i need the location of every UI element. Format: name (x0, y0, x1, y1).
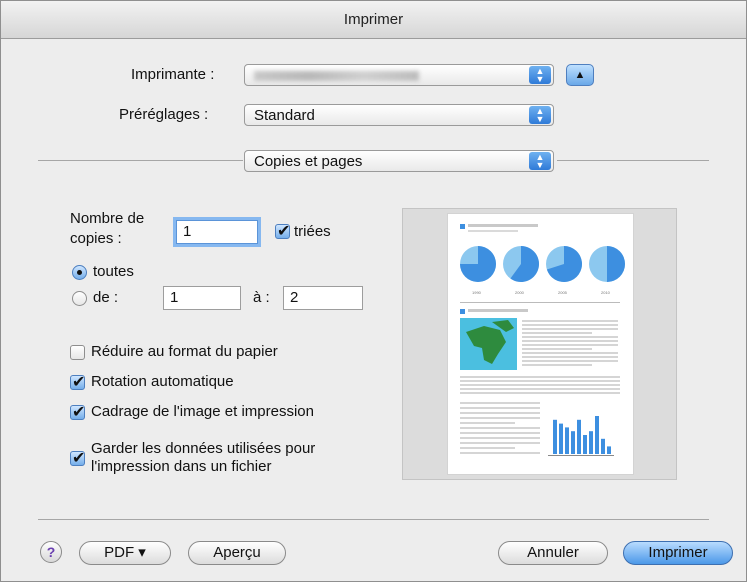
pages-all-radio[interactable] (72, 265, 87, 280)
pages-to-field[interactable]: 2 (283, 286, 363, 310)
copies-label-line1: Nombre de (70, 210, 145, 227)
separator-right (557, 160, 709, 161)
preview-text-line (460, 376, 620, 378)
preview-bar (571, 431, 575, 454)
keep-data-checkbox[interactable] (70, 448, 85, 468)
preview-text-line (460, 388, 620, 390)
preview-text-line (460, 447, 515, 449)
preview-text-line (460, 407, 540, 409)
window-title: Imprimer (1, 1, 746, 39)
presets-label: Préréglages : (119, 106, 209, 123)
preview-text-line (460, 427, 540, 429)
preview-text-line (460, 384, 620, 386)
popup-arrows-icon: ▲ ▼ (529, 66, 551, 84)
presets-popup[interactable]: Standard ▲ ▼ (244, 104, 554, 126)
preview-text-line (460, 392, 620, 394)
preview-year-label: 2010 (601, 290, 611, 295)
image-framing-checkbox[interactable] (70, 402, 85, 422)
preview-text-line (522, 324, 618, 326)
bottom-separator (38, 519, 709, 520)
print-button[interactable]: Imprimer (623, 541, 733, 565)
preview-text-line (460, 432, 540, 434)
presets-value: Standard (254, 107, 315, 124)
preview-text-line (460, 442, 540, 444)
preview-bar (595, 416, 599, 454)
printer-popup[interactable]: ▲ ▼ (244, 64, 554, 86)
preview-text-line (522, 336, 618, 338)
preview-text-line (468, 309, 528, 312)
preview-text-line (522, 356, 618, 358)
preview-bullet (460, 224, 465, 229)
preview-text-line (522, 328, 618, 330)
scale-to-paper-checkbox[interactable] (70, 345, 85, 360)
print-dialog: Imprimer Imprimante : ▲ ▼ ▲ Préréglages :… (0, 0, 747, 582)
auto-rotate-checkbox[interactable] (70, 372, 85, 392)
triangle-up-icon: ▲ (574, 69, 586, 81)
keep-data-label-line1: Garder les données utilisées pour (91, 440, 316, 457)
disclosure-button[interactable]: ▲ (566, 64, 594, 86)
collated-label: triées (294, 223, 331, 240)
preview-bar (565, 427, 569, 454)
pages-all-label: toutes (93, 263, 134, 280)
preview-text-line (460, 412, 540, 414)
preview-bar (601, 438, 605, 454)
preview-text-line (468, 230, 518, 232)
preview-bar (559, 423, 563, 454)
preview-text-line (522, 344, 618, 346)
preview-text-line (522, 364, 592, 366)
preview-text-line (460, 380, 620, 382)
preview-bar (583, 435, 587, 454)
preview-text-line (522, 348, 592, 350)
preview-text-line (468, 224, 538, 227)
page-preview: 1990 2000 2005 2010 (402, 208, 677, 480)
preview-text-line (460, 417, 540, 419)
preview-text-line (460, 402, 540, 404)
cancel-button[interactable]: Annuler (498, 541, 608, 565)
separator-left (38, 160, 243, 161)
popup-arrows-icon: ▲ ▼ (529, 106, 551, 124)
printer-label: Imprimante : (131, 66, 215, 83)
scale-to-paper-label: Réduire au format du papier (91, 343, 278, 360)
preview-bullet (460, 309, 465, 314)
preview-bar (553, 419, 557, 454)
section-popup[interactable]: Copies et pages ▲ ▼ (244, 150, 554, 172)
auto-rotate-label: Rotation automatique (91, 373, 234, 390)
preview-divider (460, 302, 620, 303)
help-button[interactable]: ? (40, 541, 62, 563)
preview-text-line (522, 352, 618, 354)
preview-year-label: 2005 (558, 290, 568, 295)
preview-text-line (522, 340, 618, 342)
preview-button[interactable]: Aperçu (188, 541, 286, 565)
popup-arrows-icon: ▲ ▼ (529, 152, 551, 170)
preview-bar (607, 446, 611, 454)
pages-from-field[interactable]: 1 (163, 286, 241, 310)
preview-pie-slice (607, 246, 625, 282)
pdf-menu-button[interactable]: PDF ▾ (79, 541, 171, 565)
preview-page-thumbnail: 1990 2000 2005 2010 (460, 224, 625, 456)
preview-bar (589, 431, 593, 454)
collated-checkbox[interactable] (275, 221, 290, 241)
image-framing-label: Cadrage de l'image et impression (91, 403, 314, 420)
preview-page: 1990 2000 2005 2010 (447, 213, 634, 475)
printer-value-redacted (254, 67, 419, 85)
pages-to-label: à : (253, 289, 270, 306)
preview-text-line (522, 320, 618, 322)
preview-text-line (522, 332, 592, 334)
preview-text-line (460, 437, 540, 439)
preview-bar (577, 419, 581, 454)
keep-data-label-line2: l'impression dans un fichier (91, 458, 272, 475)
section-value: Copies et pages (254, 153, 363, 170)
preview-text-line (460, 452, 540, 454)
pages-range-radio[interactable] (72, 291, 87, 306)
preview-text-line (460, 422, 515, 424)
copies-label-line2: copies : (70, 230, 122, 247)
pages-range-label: de : (93, 289, 119, 306)
preview-year-label: 2000 (515, 290, 525, 295)
preview-bar-axis (548, 455, 614, 456)
copies-field[interactable]: 1 (176, 220, 258, 244)
preview-year-label: 1990 (472, 290, 482, 295)
preview-text-line (522, 360, 618, 362)
